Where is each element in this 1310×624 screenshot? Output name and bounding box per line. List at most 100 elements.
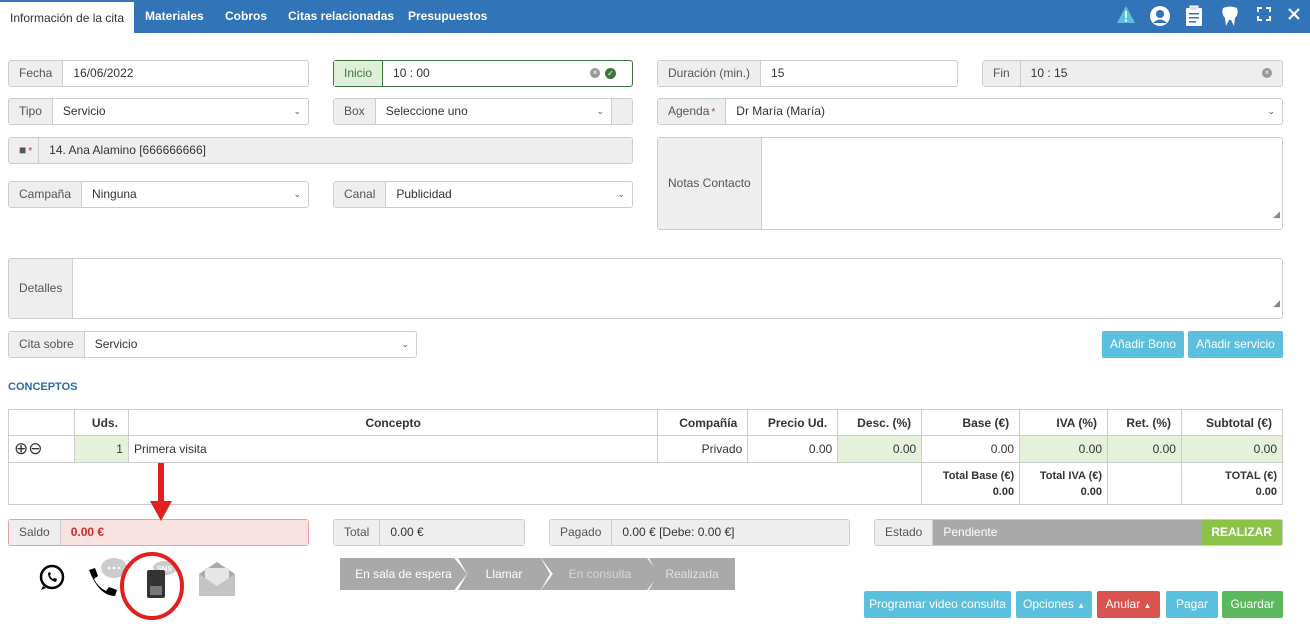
table-header: Compañía xyxy=(657,409,749,436)
step-en-consulta[interactable]: En consulta xyxy=(541,558,659,590)
paciente-value[interactable]: 14. Ana Alamino [666666666] xyxy=(39,138,632,163)
tab-presupuestos[interactable]: Presupuestos xyxy=(398,0,497,33)
tipo-value[interactable]: Servicio ⌄ xyxy=(53,99,308,124)
tab-materiales[interactable]: Materiales xyxy=(135,0,214,33)
table-header: Base (€) xyxy=(921,409,1021,436)
inicio-value[interactable]: 10 : 00 × ✓ xyxy=(383,61,632,86)
resize-handle-icon[interactable]: ◢ xyxy=(1273,202,1280,227)
detalles-field[interactable]: Detalles ◢ xyxy=(8,258,1283,319)
detalles-label: Detalles xyxy=(9,259,74,318)
guardar-button[interactable]: Guardar xyxy=(1222,591,1283,618)
step-sala-espera[interactable]: En sala de espera xyxy=(340,558,467,590)
total-value: 0.00 € xyxy=(380,520,524,545)
total-final: TOTAL (€) 0.00 xyxy=(1180,462,1284,505)
duracion-value[interactable]: 15 xyxy=(761,61,957,86)
canal-select[interactable]: Canal Publicidad ⌄ xyxy=(333,181,633,208)
totals-spacer xyxy=(7,462,922,505)
top-tab-bar: Información de la cita Materiales Cobros… xyxy=(0,0,1310,33)
clear-icon[interactable]: × xyxy=(590,68,600,78)
tab-informacion-cita[interactable]: Información de la cita xyxy=(0,0,135,33)
concepto-cell[interactable]: Primera visita xyxy=(127,435,659,463)
table-header-actions xyxy=(8,409,75,436)
box-select[interactable]: Box Seleccione uno ⌄ xyxy=(333,98,633,125)
anular-button[interactable]: Anular ▲ xyxy=(1097,591,1160,618)
totals-empty xyxy=(1107,462,1182,505)
pagado-label: Pagado xyxy=(550,520,613,545)
email-icon[interactable] xyxy=(197,558,237,601)
box-addon xyxy=(612,99,632,124)
tipo-select[interactable]: Tipo Servicio ⌄ xyxy=(8,98,309,125)
inicio-label: Inicio xyxy=(334,61,384,86)
chevron-down-icon: ⌄ xyxy=(293,106,301,116)
detalles-textarea[interactable]: ◢ xyxy=(73,259,1282,318)
step-realizada[interactable]: Realizada xyxy=(649,558,735,590)
total-label: Total xyxy=(334,520,381,545)
clear-icon[interactable]: × xyxy=(1262,68,1272,78)
estado-value: Pendiente xyxy=(933,520,1202,545)
precio-cell[interactable]: 0.00 xyxy=(747,435,839,463)
agenda-label: Agenda * xyxy=(658,99,727,124)
base-cell: 0.00 xyxy=(921,435,1021,463)
fecha-value[interactable]: 16/06/2022 xyxy=(63,61,308,86)
anadir-bono-button[interactable]: Añadir Bono xyxy=(1102,331,1184,358)
annotation-arrow-icon xyxy=(150,463,172,524)
tooth-icon[interactable] xyxy=(1218,5,1242,27)
canal-value[interactable]: Publicidad ⌄ xyxy=(386,182,632,207)
check-icon: ✓ xyxy=(605,68,616,79)
warning-icon[interactable] xyxy=(1114,5,1138,27)
person-icon: ■ xyxy=(19,143,27,157)
pagado-value: 0.00 € [Debe: 0.00 €] xyxy=(612,520,849,545)
clipboard-icon[interactable] xyxy=(1182,5,1206,27)
notas-contacto-field[interactable]: Notas Contacto ◢ xyxy=(657,137,1283,230)
whatsapp-icon[interactable] xyxy=(38,564,66,595)
chevron-down-icon: ⌄ xyxy=(401,339,409,349)
table-header: Concepto xyxy=(127,409,659,436)
programar-video-consulta-button[interactable]: Programar video consulta xyxy=(864,591,1011,618)
add-row-icon[interactable]: ⊕ xyxy=(14,439,28,458)
desc-cell[interactable]: 0.00 xyxy=(837,435,923,463)
fecha-label: Fecha xyxy=(9,61,64,86)
table-header: Precio Ud. xyxy=(747,409,839,436)
total-base: Total Base (€) 0.00 xyxy=(921,462,1021,505)
campana-value[interactable]: Ninguna ⌄ xyxy=(82,182,308,207)
duracion-field[interactable]: Duración (min.) 15 xyxy=(657,60,958,87)
tab-cobros[interactable]: Cobros xyxy=(215,0,277,33)
remove-row-icon[interactable]: ⊖ xyxy=(28,439,42,458)
duracion-label: Duración (min.) xyxy=(658,61,762,86)
notas-contacto-label: Notas Contacto xyxy=(658,138,762,229)
cita-sobre-value[interactable]: Servicio ⌄ xyxy=(85,332,416,357)
conceptos-table: Uds. Concepto Compañía Precio Ud. Desc. … xyxy=(7,409,1284,505)
agenda-value[interactable]: Dr María (María) ⌄ xyxy=(726,99,1282,124)
uds-cell[interactable]: 1 xyxy=(73,435,129,463)
resize-handle-icon[interactable]: ◢ xyxy=(1273,291,1280,316)
opciones-button[interactable]: Opciones ▲ xyxy=(1016,591,1092,618)
expand-icon[interactable] xyxy=(1252,5,1276,27)
iva-cell[interactable]: 0.00 xyxy=(1019,435,1109,463)
ret-cell[interactable]: 0.00 xyxy=(1107,435,1182,463)
compania-cell[interactable]: Privado xyxy=(657,435,749,463)
user-icon[interactable] xyxy=(1148,5,1172,27)
anadir-servicio-button[interactable]: Añadir servicio xyxy=(1188,331,1283,358)
conceptos-title: CONCEPTOS xyxy=(8,381,78,393)
agenda-select[interactable]: Agenda * Dr María (María) ⌄ xyxy=(657,98,1283,125)
pagar-button[interactable]: Pagar xyxy=(1166,591,1218,618)
realizar-button[interactable]: REALIZAR xyxy=(1201,520,1282,545)
chevron-down-icon: ⌄ xyxy=(1267,106,1275,116)
tab-citas-relacionadas[interactable]: Citas relacionadas xyxy=(278,0,404,33)
table-header: Desc. (%) xyxy=(837,409,923,436)
canal-label: Canal xyxy=(334,182,387,207)
box-value[interactable]: Seleccione uno ⌄ xyxy=(376,99,612,124)
close-icon[interactable] xyxy=(1282,5,1306,27)
subtotal-cell: 0.00 xyxy=(1180,435,1284,463)
cita-sobre-select[interactable]: Cita sobre Servicio ⌄ xyxy=(8,331,417,358)
inicio-field[interactable]: Inicio 10 : 00 × ✓ xyxy=(333,60,633,87)
campana-select[interactable]: Campaña Ninguna ⌄ xyxy=(8,181,309,208)
notas-contacto-textarea[interactable]: ◢ xyxy=(762,138,1282,229)
estado-field: Estado Pendiente REALIZAR xyxy=(874,519,1283,546)
fecha-field[interactable]: Fecha 16/06/2022 xyxy=(8,60,309,87)
paciente-field[interactable]: ■ * 14. Ana Alamino [666666666] xyxy=(8,137,633,164)
saldo-value: 0.00 € xyxy=(60,520,308,545)
caret-up-icon: ▲ xyxy=(1143,601,1152,610)
fin-value: 10 : 15 × xyxy=(1020,61,1282,86)
step-llamar[interactable]: Llamar xyxy=(458,558,550,590)
